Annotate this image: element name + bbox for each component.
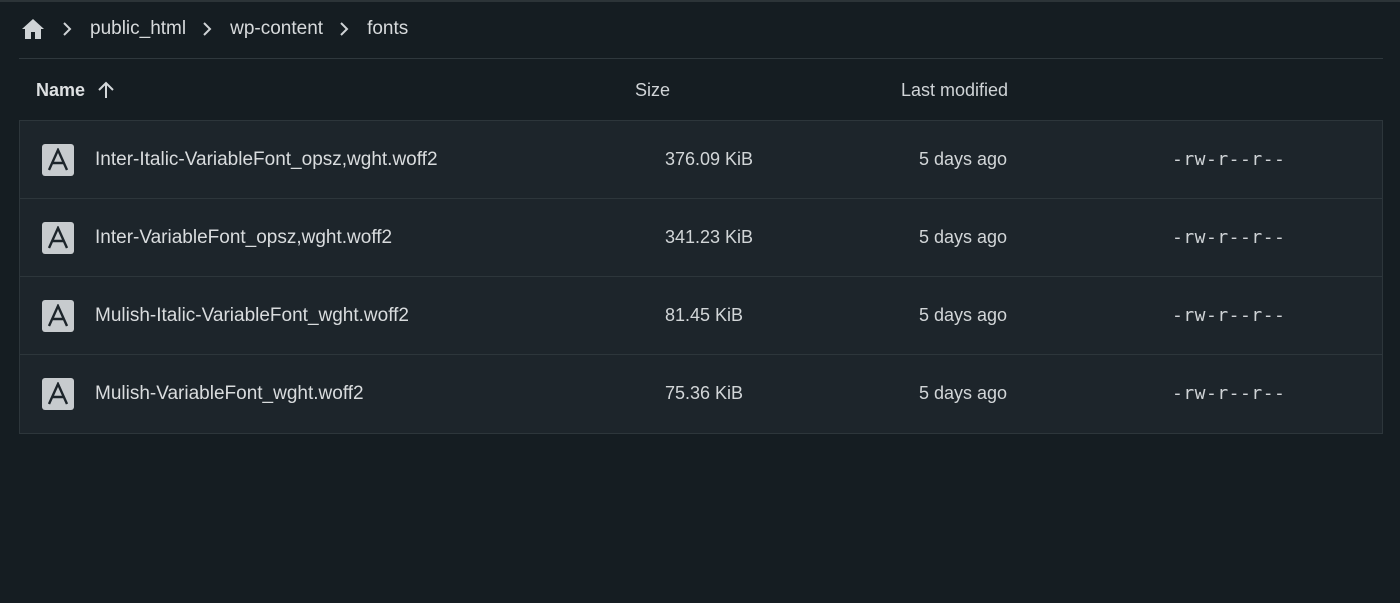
breadcrumb: public_html wp-content fonts — [20, 12, 408, 46]
file-permissions: -rw-r--r-- — [1172, 383, 1286, 404]
table-row[interactable]: Inter-Italic-VariableFont_opsz,wght.woff… — [20, 121, 1382, 199]
font-file-icon — [42, 199, 74, 276]
breadcrumb-wp-content[interactable]: wp-content — [230, 18, 323, 40]
file-permissions: -rw-r--r-- — [1172, 227, 1286, 248]
file-size: 376.09 KiB — [665, 149, 754, 169]
chevron-right-icon — [60, 19, 74, 39]
home-icon[interactable] — [20, 16, 46, 42]
file-modified: 5 days ago — [919, 149, 1008, 169]
file-name: Mulish-VariableFont_wght.woff2 — [95, 382, 364, 404]
table-row[interactable]: Mulish-Italic-VariableFont_wght.woff2 81… — [20, 277, 1382, 355]
file-modified: 5 days ago — [919, 227, 1008, 247]
column-header-name-label: Name — [36, 79, 86, 100]
column-header-modified[interactable]: Last modified — [901, 60, 1008, 120]
file-permissions: -rw-r--r-- — [1172, 305, 1286, 326]
file-modified: 5 days ago — [919, 305, 1008, 325]
chevron-right-icon — [200, 19, 214, 39]
file-size: 341.23 KiB — [665, 227, 754, 247]
font-file-icon — [42, 355, 74, 432]
table-header: Name Size Last modified — [19, 60, 1383, 120]
breadcrumb-fonts[interactable]: fonts — [367, 18, 408, 40]
file-size: 81.45 KiB — [665, 305, 744, 325]
file-name: Inter-VariableFont_opsz,wght.woff2 — [95, 226, 393, 248]
file-table: Inter-Italic-VariableFont_opsz,wght.woff… — [19, 120, 1383, 434]
table-row[interactable]: Mulish-VariableFont_wght.woff2 75.36 KiB… — [20, 355, 1382, 433]
file-name: Mulish-Italic-VariableFont_wght.woff2 — [95, 304, 409, 326]
column-header-name[interactable]: Name — [36, 60, 116, 120]
column-header-modified-label: Last modified — [901, 79, 1009, 100]
table-row[interactable]: Inter-VariableFont_opsz,wght.woff2 341.2… — [20, 199, 1382, 277]
file-permissions: -rw-r--r-- — [1172, 149, 1286, 170]
arrow-up-icon — [96, 80, 116, 100]
chevron-right-icon — [337, 19, 351, 39]
breadcrumb-divider — [19, 58, 1383, 59]
column-header-size[interactable]: Size — [635, 60, 670, 120]
file-name: Inter-Italic-VariableFont_opsz,wght.woff… — [95, 148, 438, 170]
breadcrumb-public-html[interactable]: public_html — [90, 18, 186, 40]
file-size: 75.36 KiB — [665, 383, 744, 403]
file-modified: 5 days ago — [919, 383, 1008, 403]
font-file-icon — [42, 121, 74, 198]
font-file-icon — [42, 277, 74, 354]
column-header-size-label: Size — [635, 79, 671, 100]
top-border — [0, 0, 1400, 2]
